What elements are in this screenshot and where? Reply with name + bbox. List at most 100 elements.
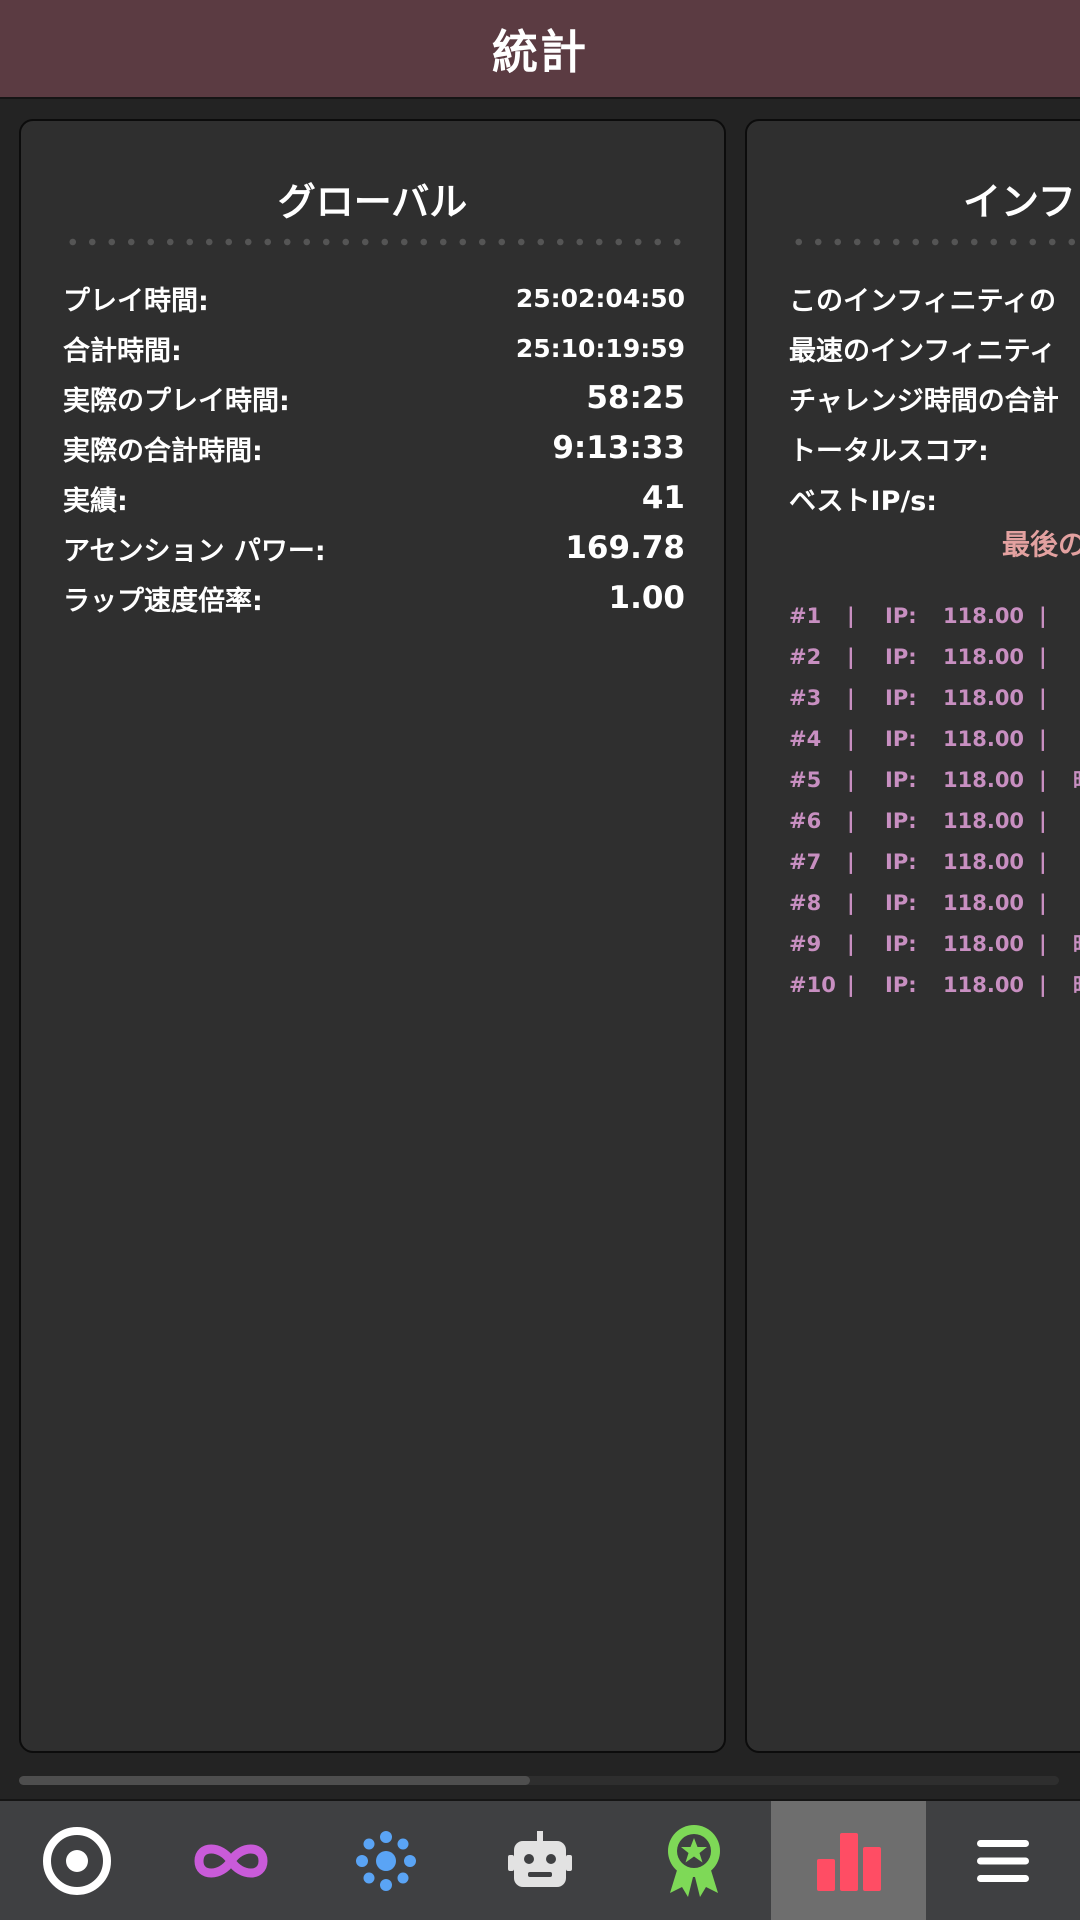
global-stat-list: プレイ時間: 25:02:04:50 合計時間: 25:10:19:59 実際の… xyxy=(63,273,685,623)
run-separator: | xyxy=(1039,972,1047,997)
stat-row-achievements: 実績: 41 xyxy=(63,473,685,523)
stat-row-warp-speed: ラップ速度倍率: 1.00 xyxy=(63,573,685,623)
run-separator: | xyxy=(1039,890,1047,915)
stat-row-fastest-infinity: 最速のインフィニティ xyxy=(789,323,1080,373)
run-number: #2 xyxy=(789,644,822,669)
run-ip-value: 118.00 xyxy=(943,603,1025,628)
dotted-divider xyxy=(63,238,683,246)
run-row: #4 | IP: 118.00 | xyxy=(789,718,1080,759)
run-ip-value: 118.00 xyxy=(943,644,1025,669)
nav-tab-achievements[interactable] xyxy=(617,1801,771,1920)
run-ip-label: IP: xyxy=(885,849,917,874)
run-separator: | xyxy=(847,603,855,628)
run-number: #8 xyxy=(789,890,822,915)
run-row: #5 | IP: 118.00 | 時 xyxy=(789,759,1080,800)
stat-row-real-total-time: 実際の合計時間: 9:13:33 xyxy=(63,423,685,473)
stat-value: 1.00 xyxy=(608,580,686,616)
run-separator: | xyxy=(847,767,855,792)
run-row: #2 | IP: 118.00 | xyxy=(789,636,1080,677)
dots-cluster-icon xyxy=(355,1830,416,1891)
infinity-stats-panel: インフ このインフィニティの 最速のインフィニティ チャレンジ時間の合計 トータ… xyxy=(745,119,1080,1753)
stat-row-total-time: 合計時間: 25:10:19:59 xyxy=(63,323,685,373)
award-ribbon-icon xyxy=(668,1824,721,1897)
stat-label: トータルスコア: xyxy=(789,435,989,467)
stat-value: 25:10:19:59 xyxy=(515,333,685,363)
stat-row-this-infinity: このインフィニティの xyxy=(789,273,1080,323)
run-number: #7 xyxy=(789,849,822,874)
infinity-stat-list: このインフィニティの 最速のインフィニティ チャレンジ時間の合計 トータルスコア… xyxy=(789,273,1080,523)
run-row: #3 | IP: 118.00 | xyxy=(789,677,1080,718)
run-ip-value: 118.00 xyxy=(943,726,1025,751)
run-ip-value: 118.00 xyxy=(943,685,1025,710)
run-row: #9 | IP: 118.00 | 時 xyxy=(789,923,1080,964)
page-title: 統計 xyxy=(492,24,588,79)
stats-carousel[interactable]: グローバル プレイ時間: 25:02:04:50 合計時間: 25:10:19:… xyxy=(0,99,1080,1799)
nav-tab-automation[interactable] xyxy=(463,1801,617,1920)
run-ip-value: 118.00 xyxy=(943,849,1025,874)
horizontal-scrollbar-thumb[interactable] xyxy=(19,1776,530,1785)
run-number: #10 xyxy=(789,972,836,997)
run-ip-value: 118.00 xyxy=(943,808,1025,833)
stat-label: アセンション パワー: xyxy=(63,535,326,567)
stat-row-total-score: トータルスコア: xyxy=(789,423,1080,473)
last-runs-list: #1 | IP: 118.00 | #2 | IP: 118.00 | #3 |… xyxy=(789,595,1080,1005)
run-row: #8 | IP: 118.00 | xyxy=(789,882,1080,923)
stat-label: 実際の合計時間: xyxy=(63,435,263,467)
run-separator: | xyxy=(847,931,855,956)
run-time-label: 時 xyxy=(1073,970,1080,1000)
nav-tab-statistics[interactable] xyxy=(771,1801,926,1920)
stat-value: 58:25 xyxy=(586,380,685,416)
stat-label: ベストIP/s: xyxy=(789,485,938,517)
run-number: #4 xyxy=(789,726,822,751)
run-row: #1 | IP: 118.00 | xyxy=(789,595,1080,636)
infinity-icon xyxy=(194,1844,268,1877)
run-separator: | xyxy=(847,972,855,997)
run-ip-label: IP: xyxy=(885,603,917,628)
run-separator: | xyxy=(847,726,855,751)
run-separator: | xyxy=(1039,767,1047,792)
stat-row-play-time: プレイ時間: 25:02:04:50 xyxy=(63,273,685,323)
run-ip-value: 118.00 xyxy=(943,972,1025,997)
run-separator: | xyxy=(1039,644,1047,669)
global-stats-panel: グローバル プレイ時間: 25:02:04:50 合計時間: 25:10:19:… xyxy=(19,119,726,1753)
bottom-nav xyxy=(0,1799,1080,1920)
app-header: 統計 xyxy=(0,0,1080,99)
stat-label: 合計時間: xyxy=(63,335,182,367)
run-ip-value: 118.00 xyxy=(943,890,1025,915)
run-separator: | xyxy=(847,890,855,915)
run-ip-label: IP: xyxy=(885,644,917,669)
run-ip-label: IP: xyxy=(885,767,917,792)
stat-label: チャレンジ時間の合計 xyxy=(789,385,1059,417)
run-time-label: 時 xyxy=(1073,765,1080,795)
stat-value: 25:02:04:50 xyxy=(515,283,685,313)
robot-icon xyxy=(507,1830,572,1887)
stat-value: 169.78 xyxy=(565,530,685,566)
dotted-divider xyxy=(789,238,1080,246)
stat-value: 41 xyxy=(641,480,685,516)
nav-tab-infinity[interactable] xyxy=(154,1801,308,1920)
run-separator: | xyxy=(1039,849,1047,874)
stat-row-challenge-time: チャレンジ時間の合計 xyxy=(789,373,1080,423)
run-separator: | xyxy=(1039,726,1047,751)
nav-tab-menu[interactable] xyxy=(926,1801,1080,1920)
menu-icon xyxy=(976,1839,1029,1882)
stat-label: 実際のプレイ時間: xyxy=(63,385,290,417)
run-separator: | xyxy=(1039,931,1047,956)
run-ip-label: IP: xyxy=(885,972,917,997)
run-ip-label: IP: xyxy=(885,890,917,915)
run-ip-label: IP: xyxy=(885,685,917,710)
run-separator: | xyxy=(847,644,855,669)
nav-tab-ascension[interactable] xyxy=(309,1801,463,1920)
run-number: #5 xyxy=(789,767,822,792)
stat-row-best-ips: ベストIP/s: xyxy=(789,473,1080,523)
run-separator: | xyxy=(1039,603,1047,628)
nav-tab-main[interactable] xyxy=(0,1801,154,1920)
stat-label: 実績: xyxy=(63,485,128,517)
stat-label: 最速のインフィニティ xyxy=(789,335,1057,367)
panel-title-global: グローバル xyxy=(277,180,468,224)
stat-row-real-play-time: 実際のプレイ時間: 58:25 xyxy=(63,373,685,423)
run-row: #10 | IP: 118.00 | 時 xyxy=(789,964,1080,1005)
run-row: #7 | IP: 118.00 | xyxy=(789,841,1080,882)
stat-label: ラップ速度倍率: xyxy=(63,585,263,617)
run-separator: | xyxy=(1039,808,1047,833)
